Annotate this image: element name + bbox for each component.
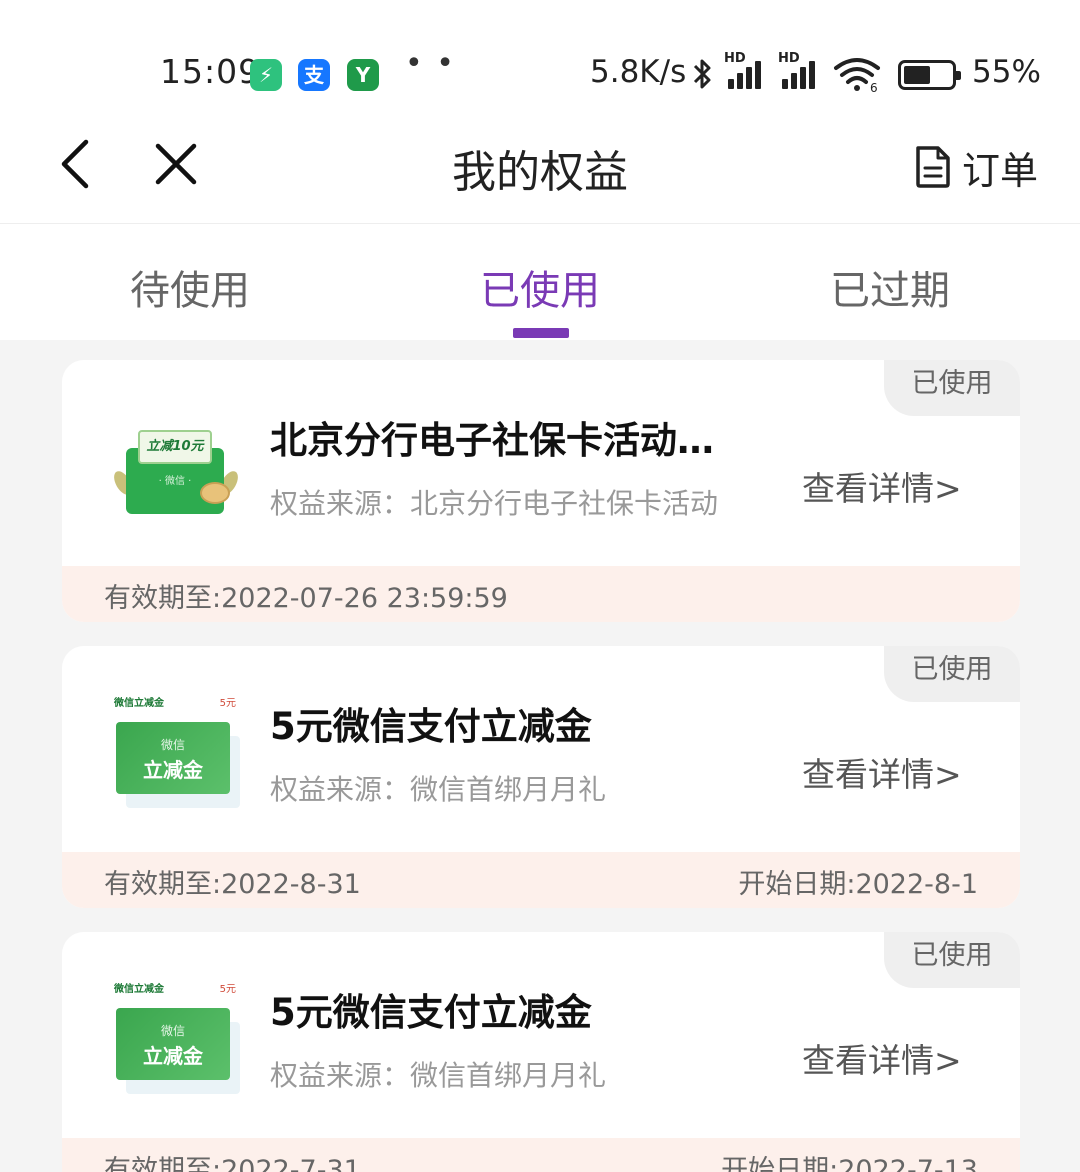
validity-footer: 有效期至:2022-07-26 23:59:59 <box>62 566 1020 622</box>
benefit-title: 5元微信支付立减金 <box>270 705 592 748</box>
red-envelope-image: 立减10元 · 微信 · <box>106 400 244 536</box>
alipay-app-icon: 支 <box>298 59 330 91</box>
tab-expired[interactable]: 已过期 <box>760 258 1020 316</box>
benefit-title: 5元微信支付立减金 <box>270 991 592 1034</box>
status-icons: HD HD 6 <box>690 51 882 92</box>
bluetooth-icon <box>693 59 711 89</box>
status-badge: 已使用 <box>884 932 1020 988</box>
document-icon <box>916 146 950 188</box>
tab-used[interactable]: 已使用 <box>410 258 670 316</box>
status-bar: 15:09 ⚡ 支 Y • • 5.8K/s HD HD 6 55% <box>0 0 1080 120</box>
validity-footer: 有效期至:2022-7-31 开始日期:2022-7-13 <box>62 1138 1020 1172</box>
status-badge: 已使用 <box>884 646 1020 702</box>
tab-bar: 待使用 已使用 已过期 <box>0 224 1080 340</box>
validity-footer: 有效期至:2022-8-31 开始日期:2022-8-1 <box>62 852 1020 908</box>
battery-percent: 55% <box>972 54 1041 90</box>
clock: 15:09 <box>160 52 261 91</box>
shield-app-icon: ⚡ <box>250 59 282 91</box>
tab-unused[interactable]: 待使用 <box>60 258 320 316</box>
active-tab-indicator <box>513 328 569 338</box>
expiry-date: 有效期至:2022-07-26 23:59:59 <box>104 583 508 614</box>
view-details-link[interactable]: 查看详情> <box>802 462 962 510</box>
svg-text:6: 6 <box>870 81 878 92</box>
status-badge: 已使用 <box>884 360 1020 416</box>
wifi-icon: 6 <box>834 58 880 92</box>
wechat-voucher-image: 微信立减金 5元 微信 立减金 <box>106 686 244 822</box>
orders-button[interactable]: 订单 <box>912 140 1038 194</box>
more-notifications-icon: • • <box>405 46 456 81</box>
benefit-card[interactable]: 已使用 微信立减金 5元 微信 立减金 5元微信支付立减金 权益来源：微信首绑月… <box>62 932 1020 1172</box>
expiry-date: 有效期至:2022-8-31 <box>104 869 361 900</box>
wallet-app-icon: Y <box>347 59 379 91</box>
start-date: 开始日期:2022-8-1 <box>738 869 978 900</box>
network-speed: 5.8K/s <box>590 54 687 90</box>
benefit-source: 权益来源：微信首绑月月礼 <box>270 773 607 806</box>
navigation-bar: 我的权益 订单 <box>0 120 1080 224</box>
start-date: 开始日期:2022-7-13 <box>721 1155 978 1172</box>
benefit-source: 权益来源：北京分行电子社保卡活动 <box>270 487 719 520</box>
benefit-source: 权益来源：微信首绑月月礼 <box>270 1059 607 1092</box>
battery-icon <box>898 60 961 90</box>
expiry-date: 有效期至:2022-7-31 <box>104 1155 361 1172</box>
view-details-link[interactable]: 查看详情> <box>802 748 962 796</box>
benefit-card[interactable]: 已使用 立减10元 · 微信 · 北京分行电子社保卡活动… 权益来源：北京分行电… <box>62 360 1020 622</box>
benefit-title: 北京分行电子社保卡活动… <box>270 419 714 462</box>
cellular-signal-2-icon: HD <box>778 51 824 91</box>
wechat-voucher-image: 微信立减金 5元 微信 立减金 <box>106 972 244 1108</box>
orders-label: 订单 <box>962 148 1039 193</box>
cellular-signal-1-icon: HD <box>724 51 770 91</box>
view-details-link[interactable]: 查看详情> <box>802 1034 962 1082</box>
benefit-card[interactable]: 已使用 微信立减金 5元 微信 立减金 5元微信支付立减金 权益来源：微信首绑月… <box>62 646 1020 908</box>
